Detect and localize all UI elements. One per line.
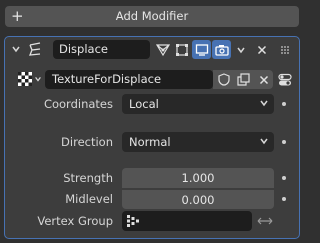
texture-browse-chevron-icon[interactable] [33, 73, 43, 85]
duplicate-icon[interactable] [234, 70, 253, 89]
modifier-name-field[interactable]: Displace [53, 40, 150, 59]
swap-arrows-icon[interactable] [255, 211, 275, 231]
midlevel-field[interactable]: 0.000 [122, 189, 274, 209]
add-modifier-label: Add Modifier [115, 9, 189, 23]
vertex-group-field[interactable] [122, 211, 252, 231]
chevron-down-icon [259, 96, 269, 113]
add-modifier-button[interactable]: + Add Modifier [5, 6, 299, 27]
vertex-edit-icon[interactable] [154, 40, 172, 59]
texture-name: TextureForDisplace [52, 72, 162, 86]
strength-label: Strength [63, 171, 113, 185]
dropdown-chevron-icon[interactable] [234, 41, 248, 58]
modifier-name: Displace [59, 42, 108, 56]
texture-name-field[interactable]: TextureForDisplace [45, 70, 213, 89]
texture-properties-icon[interactable] [276, 70, 294, 89]
coordinates-value: Local [129, 97, 159, 111]
direction-value: Normal [129, 135, 171, 149]
coordinates-keyframe-dot[interactable] [282, 102, 286, 106]
midlevel-keyframe-dot[interactable] [282, 197, 286, 201]
chevron-down-icon [259, 134, 269, 151]
direction-keyframe-dot[interactable] [282, 140, 286, 144]
vertex-group-icon [126, 214, 140, 228]
drag-handle-icon[interactable] [277, 40, 293, 59]
checker-texture-icon[interactable] [17, 71, 33, 87]
direction-dropdown[interactable]: Normal [122, 132, 274, 152]
strength-field[interactable]: 1.000 [122, 168, 274, 188]
direction-label: Direction [61, 135, 113, 149]
collapse-chevron-icon[interactable] [10, 43, 22, 55]
strength-value: 1.000 [181, 171, 215, 185]
render-icon[interactable] [212, 40, 231, 59]
displace-modifier-icon [26, 40, 44, 58]
edit-mode-icon[interactable] [173, 40, 191, 59]
strength-keyframe-dot[interactable] [282, 176, 286, 180]
midlevel-label: Midlevel [65, 192, 113, 206]
realtime-icon[interactable] [192, 40, 211, 59]
unlink-icon[interactable] [254, 70, 273, 89]
midlevel-value: 0.000 [181, 193, 215, 207]
coordinates-label: Coordinates [43, 97, 113, 111]
close-icon[interactable] [253, 40, 271, 59]
fake-user-shield-icon[interactable] [214, 70, 233, 89]
coordinates-dropdown[interactable]: Local [122, 94, 274, 114]
vertex-group-label: Vertex Group [37, 214, 113, 228]
